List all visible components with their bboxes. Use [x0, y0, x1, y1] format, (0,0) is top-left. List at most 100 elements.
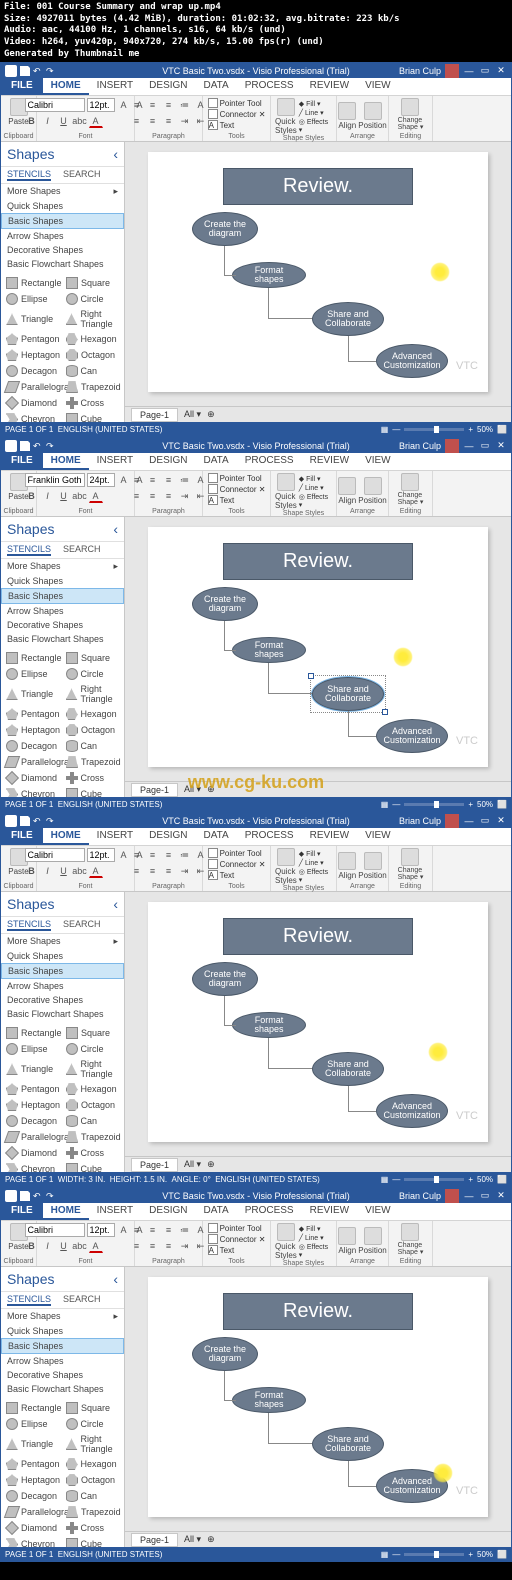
indent-icon[interactable]: ⇥	[178, 1239, 192, 1253]
maximize-button[interactable]: ▭	[479, 440, 491, 452]
pointer-tool[interactable]: Pointer Tool	[208, 1223, 266, 1233]
stencil-quick[interactable]: Quick Shapes	[1, 574, 124, 588]
tab-design[interactable]: DESIGN	[141, 78, 195, 95]
pointer-tool[interactable]: Pointer Tool	[208, 473, 266, 483]
underline-button[interactable]: U	[57, 489, 71, 503]
oval-create[interactable]: Create the diagram	[192, 587, 258, 621]
shape-item[interactable]: Triangle	[3, 682, 63, 706]
zoom-in-icon[interactable]: +	[468, 1175, 473, 1184]
stencil-basic[interactable]: Basic Shapes	[1, 963, 124, 979]
font-size-select[interactable]	[87, 473, 115, 487]
shape-item[interactable]: Chevron	[3, 411, 63, 422]
undo-icon[interactable]: ↶	[33, 66, 43, 76]
add-page-icon[interactable]: ⊕	[207, 784, 215, 795]
tab-review[interactable]: REVIEW	[302, 78, 357, 95]
italic-button[interactable]: I	[41, 489, 55, 503]
oval-share[interactable]: Share and Collaborate	[312, 1052, 384, 1086]
shape-item[interactable]: Square	[63, 1400, 122, 1416]
bullets-icon[interactable]: ≔	[178, 98, 192, 112]
view-icon[interactable]: ▦	[381, 800, 389, 809]
oval-advanced[interactable]: Advanced Customization	[376, 1094, 448, 1128]
shape-item[interactable]: Circle	[63, 1041, 123, 1057]
effects-button[interactable]: ◎ Effects ▾	[299, 493, 332, 509]
stencil-flowchart[interactable]: Basic Flowchart Shapes	[1, 1382, 124, 1396]
strike-button[interactable]: abc	[73, 864, 87, 878]
close-button[interactable]: ✕	[495, 1190, 507, 1202]
font-name-select[interactable]	[25, 1223, 85, 1237]
stencil-quick[interactable]: Quick Shapes	[1, 199, 124, 213]
minimize-button[interactable]: —	[463, 815, 475, 827]
align-mid-icon[interactable]: ≡	[146, 98, 160, 112]
pointer-tool[interactable]: Pointer Tool	[208, 98, 266, 108]
stencil-flowchart[interactable]: Basic Flowchart Shapes	[1, 1007, 124, 1021]
shape-item[interactable]: Cube	[63, 1161, 123, 1172]
minimize-button[interactable]: —	[463, 65, 475, 77]
tab-design[interactable]: DESIGN	[141, 828, 195, 845]
shape-item[interactable]: Ellipse	[3, 1041, 63, 1057]
tab-insert[interactable]: INSERT	[89, 453, 142, 470]
stencil-decorative[interactable]: Decorative Shapes	[1, 1368, 124, 1382]
fill-button[interactable]: ◆ Fill ▾	[299, 475, 332, 483]
align-left-icon[interactable]: ≡	[130, 1239, 144, 1253]
align-bot-icon[interactable]: ≡	[162, 473, 176, 487]
shape-item[interactable]: Parallelogra...	[3, 754, 63, 770]
title-shape[interactable]: Review.	[223, 1293, 413, 1330]
stencil-basic[interactable]: Basic Shapes	[1, 1338, 124, 1354]
shape-item[interactable]: Rectangle	[3, 650, 63, 666]
page-tab[interactable]: Page-1	[131, 1158, 178, 1172]
line-button[interactable]: ╱ Line ▾	[299, 484, 332, 492]
font-name-select[interactable]	[25, 848, 85, 862]
shape-item[interactable]: Parallelogra...	[3, 1504, 63, 1520]
quick-styles-button[interactable]: QuickStyles	[275, 473, 297, 510]
zoom-slider[interactable]	[404, 1553, 464, 1556]
shape-item[interactable]: Hexagon	[63, 1456, 122, 1472]
tab-home[interactable]: HOME	[43, 828, 89, 845]
bold-button[interactable]: B	[25, 114, 39, 128]
avatar[interactable]	[445, 64, 459, 78]
page[interactable]: Review. Create the diagram Format shapes…	[148, 902, 488, 1142]
oval-share[interactable]: Share and Collaborate	[312, 302, 384, 336]
all-pages[interactable]: All ▾	[184, 409, 201, 420]
stencil-decorative[interactable]: Decorative Shapes	[1, 993, 124, 1007]
shape-item[interactable]: Hexagon	[63, 331, 122, 347]
avatar[interactable]	[445, 439, 459, 453]
stencil-arrow[interactable]: Arrow Shapes	[1, 979, 124, 993]
stencil-arrow[interactable]: Arrow Shapes	[1, 604, 124, 618]
stencils-tab[interactable]: STENCILS	[7, 169, 51, 181]
strike-button[interactable]: abc	[73, 114, 87, 128]
stencil-quick[interactable]: Quick Shapes	[1, 1324, 124, 1338]
zoom-out-icon[interactable]: —	[392, 1550, 400, 1559]
shape-item[interactable]: Square	[63, 1025, 122, 1041]
fill-button[interactable]: ◆ Fill ▾	[299, 100, 332, 108]
oval-format[interactable]: Format shapes	[232, 1012, 306, 1038]
stencil-more[interactable]: More Shapes▸	[1, 1309, 124, 1324]
tab-review[interactable]: REVIEW	[302, 828, 357, 845]
expand-icon[interactable]: ‹	[113, 521, 118, 537]
shape-item[interactable]: Can	[63, 1113, 123, 1129]
indent-icon[interactable]: ⇥	[178, 489, 192, 503]
shape-item[interactable]: Trapezoid	[63, 1504, 123, 1520]
tab-data[interactable]: DATA	[196, 1203, 237, 1220]
align-top-icon[interactable]: ≡	[130, 848, 144, 862]
underline-button[interactable]: U	[57, 864, 71, 878]
underline-button[interactable]: U	[57, 114, 71, 128]
zoom-level[interactable]: 50%	[477, 425, 493, 434]
position-button[interactable]: Position	[358, 852, 386, 880]
add-page-icon[interactable]: ⊕	[207, 409, 215, 420]
bold-button[interactable]: B	[25, 489, 39, 503]
align-right-icon[interactable]: ≡	[162, 489, 176, 503]
tab-insert[interactable]: INSERT	[89, 828, 142, 845]
fit-icon[interactable]: ⬜	[497, 1550, 507, 1559]
zoom-slider[interactable]	[404, 803, 464, 806]
bullets-icon[interactable]: ≔	[178, 1223, 192, 1237]
shape-item[interactable]: Cube	[63, 1536, 123, 1547]
font-color-button[interactable]: A	[89, 489, 103, 503]
zoom-in-icon[interactable]: +	[468, 800, 473, 809]
search-tab[interactable]: SEARCH	[63, 1294, 101, 1306]
font-size-select[interactable]	[87, 848, 115, 862]
zoom-in-icon[interactable]: +	[468, 1550, 473, 1559]
line-button[interactable]: ╱ Line ▾	[299, 859, 332, 867]
tab-home[interactable]: HOME	[43, 1203, 89, 1220]
oval-advanced[interactable]: Advanced Customization	[376, 344, 448, 378]
shape-item[interactable]: Ellipse	[3, 666, 63, 682]
